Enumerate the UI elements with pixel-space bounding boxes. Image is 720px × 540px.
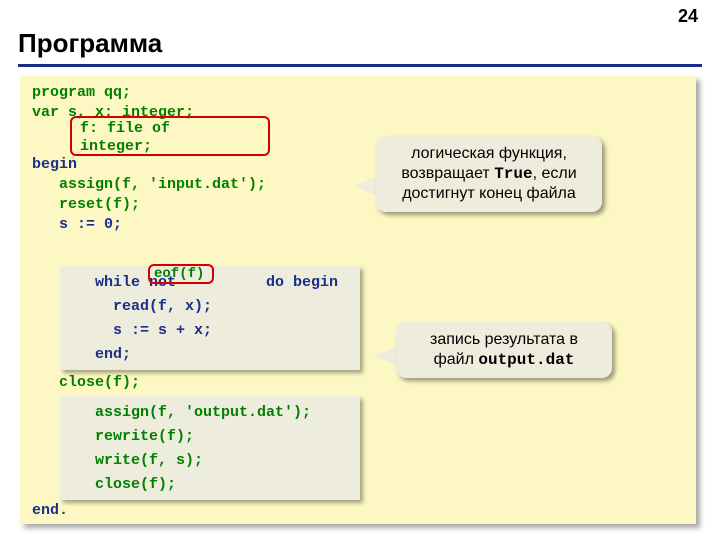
callout-output-line1: запись результата в [410,330,598,350]
callout-eof-line3: достигнут конец файла [390,184,588,204]
code-line-s0: s := 0; [32,216,122,233]
code-line-rewrite: rewrite(f); [68,428,194,445]
code-line-sum: s := s + x; [68,322,212,339]
callout-output: запись результата в файл output.dat [396,322,612,378]
callout-output-file: output.dat [478,351,574,369]
callout-output-line2: файл output.dat [410,350,598,370]
code-line-program: program qq; [32,84,131,101]
code-line-reset: reset(f); [32,196,140,213]
title-underline [18,64,702,67]
code-line-close2: close(f); [68,476,176,493]
callout-eof: логическая функция, возвращает True, есл… [376,136,602,212]
callout-eof-l2a: возвращает [401,165,494,182]
callout-tail-1 [354,176,378,196]
callout-eof-l2c: , если [533,165,577,182]
callout-tail-2 [374,346,398,366]
callout-eof-true: True [494,165,532,183]
callout-eof-line1: логическая функция, [390,144,588,164]
code-line-assign-out: assign(f, 'output.dat'); [68,404,311,421]
page-number: 24 [678,6,698,27]
callout-eof-line2: возвращает True, если [390,164,588,184]
code-file-decl-a: f: file of [80,120,170,137]
page-title: Программа [18,28,162,59]
code-eof: eof(f) [154,266,204,282]
callout-output-l2a: файл [434,351,479,368]
code-line-endloop: end; [68,346,131,363]
main-code-block: program qq; var s, x: integer; f: file o… [20,76,696,524]
code-file-decl-b: integer; [80,138,152,155]
code-line-read: read(f, x); [68,298,212,315]
code-line-assign-in: assign(f, 'input.dat'); [32,176,266,193]
code-line-end: end. [32,502,68,519]
code-line-begin: begin [32,156,77,173]
code-line-write: write(f, s); [68,452,203,469]
code-line-close1: close(f); [32,374,140,391]
